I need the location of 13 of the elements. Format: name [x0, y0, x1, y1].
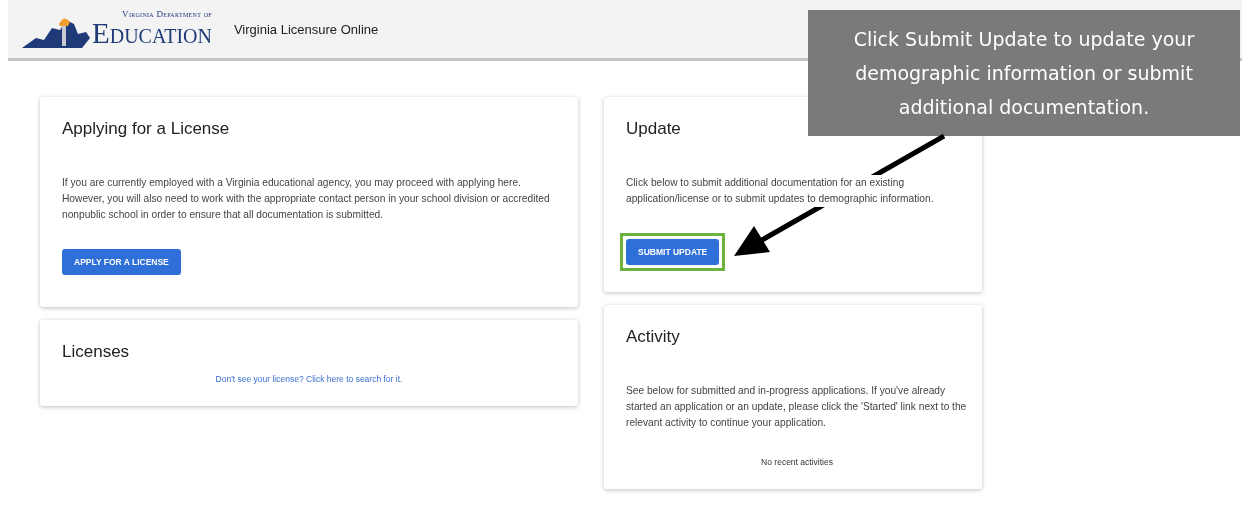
card-text: See below for submitted and in-progress applications. If you've already started an application or an update, please click the 'Started' link next to the relevant activity to continue your application. [626, 383, 968, 431]
search-link[interactable]: Don't see your license? Click here to search for it. [215, 374, 403, 384]
card-title: Applying for a License [62, 119, 231, 139]
callout-text: Click Submit Update to update your demographic information or submit additional documentation. [852, 27, 1196, 120]
logo-subtitle: Virginia Department of [122, 10, 212, 19]
card-title: Update [626, 119, 682, 139]
logo-title: Education [92, 19, 212, 48]
apply-button[interactable]: APPLY FOR A LICENSE [62, 249, 181, 275]
card-title: Licenses [62, 342, 131, 362]
card-title: Activity [626, 327, 681, 347]
submit-button[interactable]: SUBMIT UPDATE [626, 239, 720, 265]
app-title: Virginia Licensure Online [233, 21, 379, 37]
empty-message: No recent activities [761, 457, 833, 467]
